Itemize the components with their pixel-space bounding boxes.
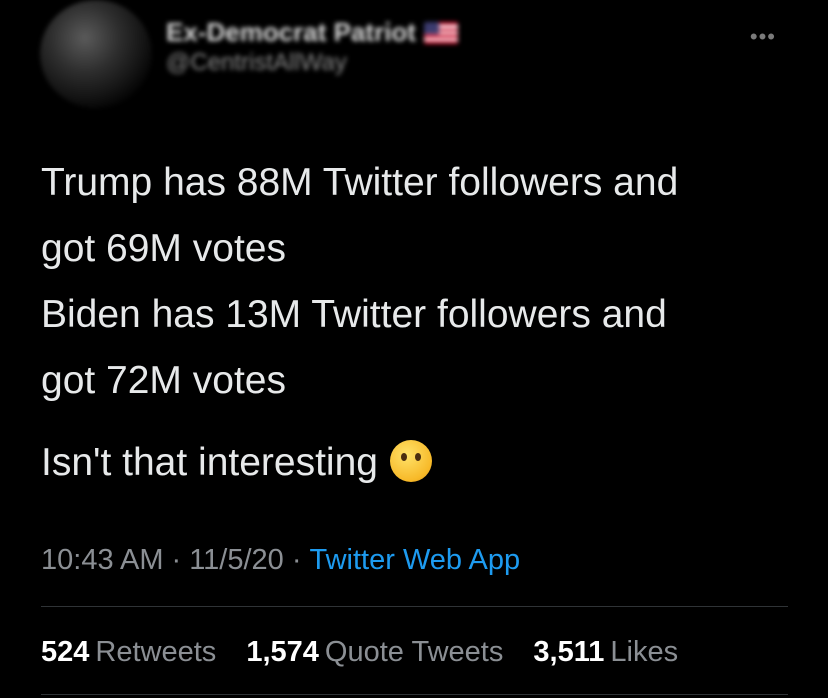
author-info[interactable]: Ex-Democrat Patriot @CentristAllWay [166,16,458,78]
quote-tweets-count: 1,574 [246,636,319,668]
tweet-time[interactable]: 10:43 AM [41,544,164,576]
likes-label: Likes [610,636,679,668]
tweet-date[interactable]: 11/5/20 [189,544,284,576]
tweet-source-link[interactable]: Twitter Web App [309,544,520,576]
retweets-count: 524 [41,636,90,668]
more-options-icon[interactable]: ••• [750,24,776,50]
tweet-stats: 524 Retweets 1,574 Quote Tweets 3,511 Likes [41,632,700,672]
retweets-stat[interactable]: 524 Retweets [41,632,216,672]
likes-count: 3,511 [533,636,605,668]
tweet-header: Ex-Democrat Patriot @CentristAllWay ••• [40,0,800,110]
us-flag-icon [423,22,458,44]
quote-tweets-stat[interactable]: 1,574 Quote Tweets [246,632,503,672]
divider [41,694,788,695]
meta-separator: · [171,544,182,576]
user-handle[interactable]: @CentristAllWay [166,48,458,78]
tweet-line: got 72M votes [41,359,286,402]
tweet-line-closing: Isn't that interesting [41,430,801,496]
thinking-face-icon [389,440,432,482]
closing-text: Isn't that interesting [41,441,378,484]
tweet-line: Biden has 13M Twitter followers and [41,293,667,336]
tweet-line: Trump has 88M Twitter followers and [41,161,679,204]
quote-tweets-label: Quote Tweets [324,636,504,668]
tweet-line: got 69M votes [41,227,286,270]
meta-separator: · [291,544,302,576]
display-name-text: Ex-Democrat Patriot [166,17,416,47]
avatar[interactable] [40,0,152,108]
tweet-body: Trump has 88M Twitter followers and got … [41,150,801,496]
retweets-label: Retweets [95,636,217,668]
tweet-meta: 10:43 AM · 11/5/20 · Twitter Web App [41,540,520,580]
divider [41,606,788,607]
likes-stat[interactable]: 3,511 Likes [533,632,678,672]
display-name[interactable]: Ex-Democrat Patriot [166,16,458,48]
